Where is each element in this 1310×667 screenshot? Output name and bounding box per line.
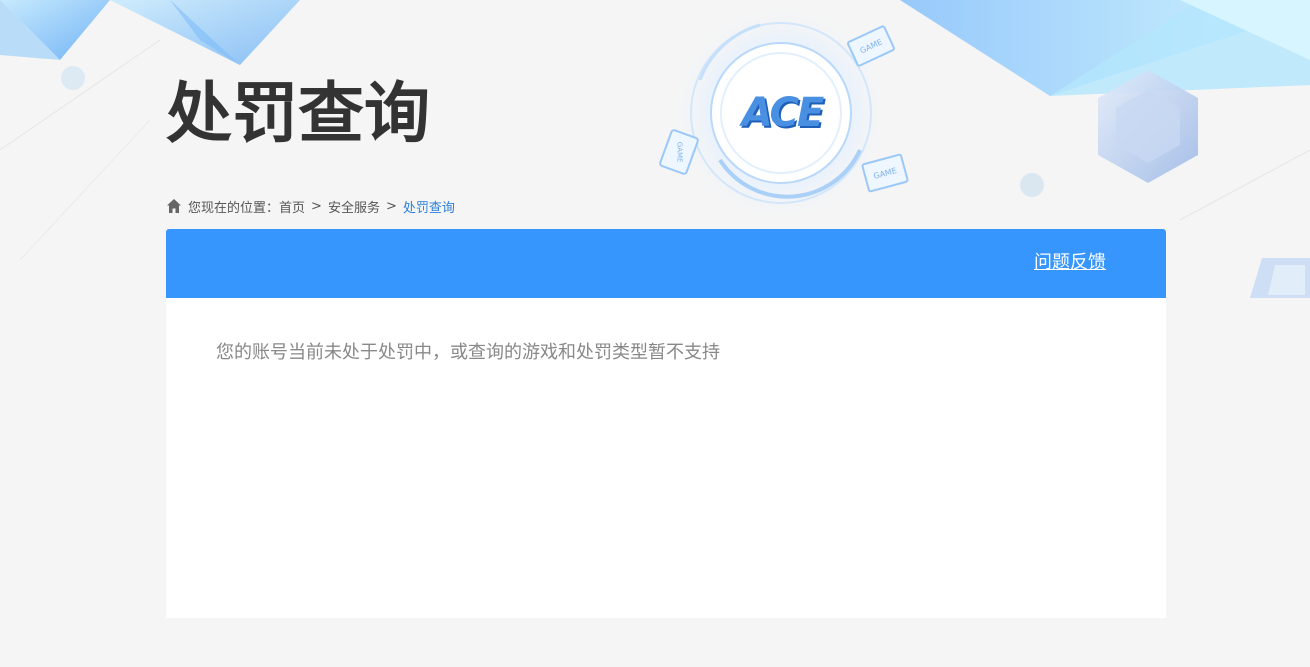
page-title: 处罚查询	[166, 75, 430, 152]
breadcrumb-prefix: 您现在的位置：	[188, 200, 280, 216]
breadcrumb-current: 处罚查询	[402, 200, 455, 216]
panel-header: 问题反馈	[166, 229, 1166, 298]
ace-logo: ACE	[731, 88, 833, 138]
breadcrumb: 您现在的位置： 首页 > 安全服务 > 处罚查询	[166, 196, 455, 216]
breadcrumb-home-link[interactable]: 首页	[279, 197, 305, 216]
breadcrumb-separator: >	[311, 198, 322, 214]
result-panel: 问题反馈 您的账号当前未处于处罚中，或查询的游戏和处罚类型暂不支持	[166, 229, 1166, 618]
breadcrumb-security-link[interactable]: 安全服务	[328, 197, 380, 216]
breadcrumb-separator: >	[385, 198, 397, 214]
panel-body: 您的账号当前未处于处罚中，或查询的游戏和处罚类型暂不支持	[166, 298, 1166, 408]
ace-logo-text: ACE	[741, 90, 824, 136]
feedback-link[interactable]: 问题反馈	[1034, 251, 1106, 275]
status-message: 您的账号当前未处于处罚中，或查询的游戏和处罚类型暂不支持	[216, 342, 720, 363]
home-icon	[167, 199, 181, 213]
page: ACE GAME GAME GAME 处罚查询 您现在的位置： 首页 > 安全服…	[0, 0, 1310, 667]
